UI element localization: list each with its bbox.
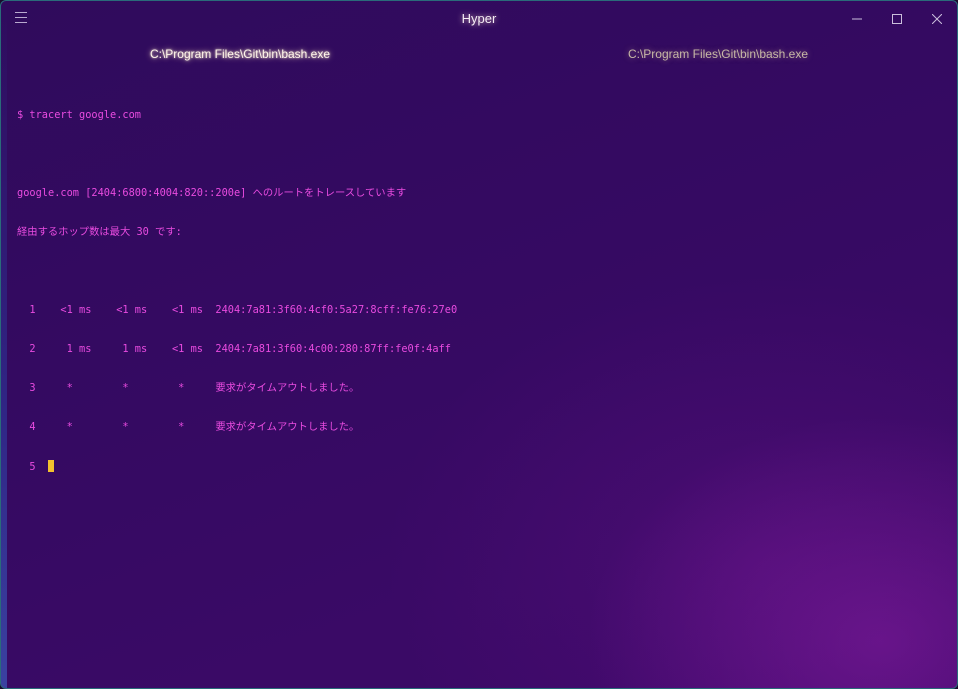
tab-bash-1[interactable]: C:\Program Files\Git\bin\bash.exe — [1, 39, 479, 69]
minimize-icon — [852, 18, 862, 20]
max-hops-line: 経由するホップ数は最大 30 です: — [17, 226, 182, 238]
window-controls — [837, 1, 957, 37]
hop-line: 4 * * * 要求がタイムアウトしました。 — [17, 421, 360, 433]
command-line: $ tracert google.com — [17, 109, 141, 121]
terminal-cursor — [48, 460, 54, 472]
hop-line: 3 * * * 要求がタイムアウトしました。 — [17, 382, 360, 394]
tab-bar: C:\Program Files\Git\bin\bash.exe C:\Pro… — [1, 39, 957, 69]
hop-line: 1 <1 ms <1 ms <1 ms 2404:7a81:3f60:4cf0:… — [17, 304, 458, 316]
minimize-button[interactable] — [837, 1, 877, 37]
tab-bash-2[interactable]: C:\Program Files\Git\bin\bash.exe — [479, 39, 957, 69]
close-icon — [932, 14, 942, 24]
title-bar[interactable]: Hyper — [1, 1, 957, 37]
close-button[interactable] — [917, 1, 957, 37]
maximize-icon — [892, 14, 902, 24]
route-header-line: google.com [2404:6800:4004:820::200e] への… — [17, 187, 407, 199]
maximize-button[interactable] — [877, 1, 917, 37]
current-hop-line: 5 — [17, 460, 941, 473]
app-title: Hyper — [461, 11, 497, 26]
terminal-output[interactable]: $ tracert google.com google.com [2404:68… — [17, 83, 941, 678]
hop-line: 2 1 ms 1 ms <1 ms 2404:7a81:3f60:4c00:28… — [17, 343, 451, 355]
current-hop-number: 5 — [17, 461, 48, 473]
hyper-window: Hyper C:\Program Files\Git\bin\bash.exe — [0, 0, 958, 689]
